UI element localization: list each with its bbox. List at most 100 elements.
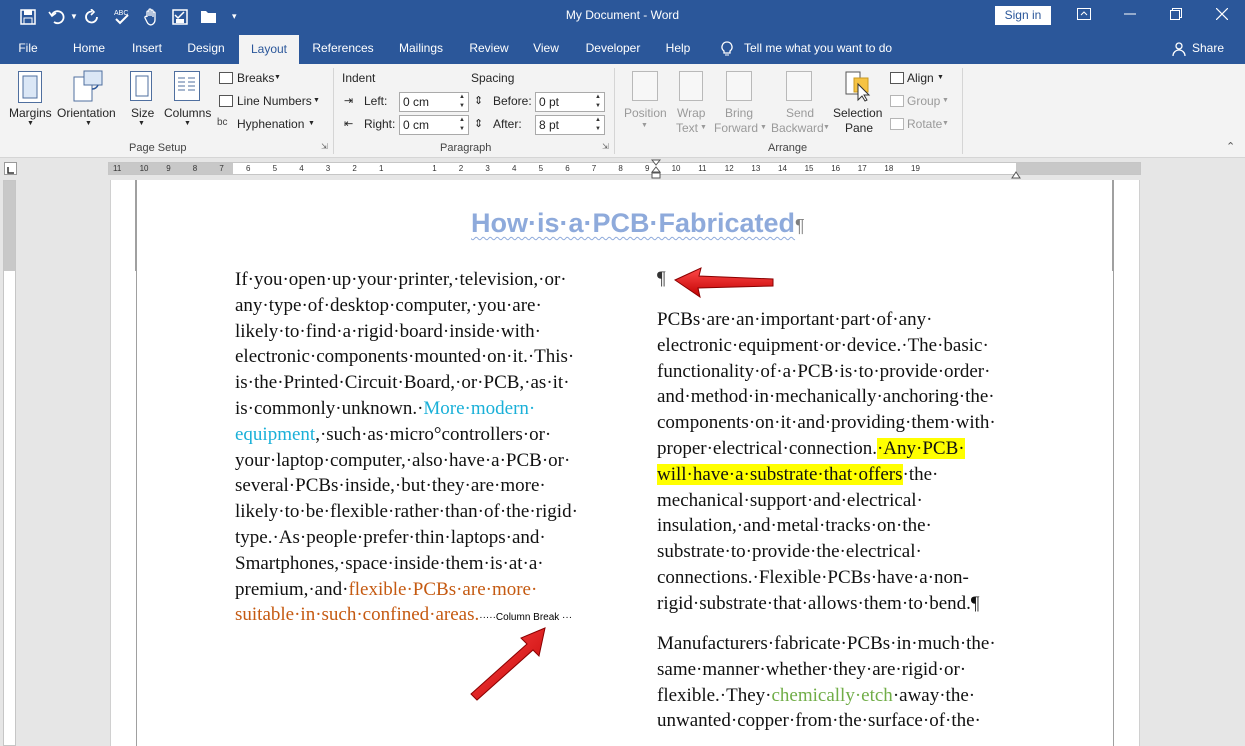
- sign-in-button[interactable]: Sign in: [995, 6, 1051, 25]
- title-bar: ▼ ABC ▾ My Document - Word Sign in: [0, 0, 1245, 33]
- ruler-tick-label: 7: [219, 164, 224, 173]
- breaks-dropdown-icon[interactable]: ▼: [274, 74, 281, 81]
- paragraph-line: substrate·to·provide·the·electrical·: [657, 541, 922, 563]
- paragraph-launcher-icon[interactable]: ⇲: [602, 142, 609, 151]
- collapse-ribbon-icon[interactable]: ⌃: [1226, 140, 1235, 153]
- ruler-tick-label: 3: [325, 164, 331, 173]
- tab-selector-icon[interactable]: [4, 162, 17, 175]
- ruler-tick-label: 6: [246, 164, 251, 173]
- document-page[interactable]: How·is·a·PCB·Fabricated¶ If·you·open·up·…: [110, 180, 1140, 746]
- paragraph-line: components·on·it·and·providing·them·with…: [657, 412, 996, 434]
- document-title-text: How·is·a·PCB·Fabricated: [471, 208, 796, 238]
- tell-me-search[interactable]: Tell me what you want to do: [744, 33, 904, 64]
- hyphenation-dropdown-icon[interactable]: ▼: [308, 120, 315, 127]
- selection-pane-icon[interactable]: [844, 70, 872, 107]
- spacing-before-value: 0 pt: [539, 95, 560, 109]
- size-dropdown-icon[interactable]: ▼: [138, 120, 145, 127]
- orientation-button[interactable]: Orientation: [57, 106, 116, 120]
- share-person-icon[interactable]: [1170, 33, 1188, 64]
- lightbulb-icon: [718, 33, 736, 64]
- restore-icon[interactable]: [1153, 0, 1199, 33]
- wrap-text-label-1: Wrap: [677, 106, 706, 120]
- size-button[interactable]: Size: [131, 106, 154, 120]
- orientation-dropdown-icon[interactable]: ▼: [85, 120, 92, 127]
- breaks-button[interactable]: Breaks: [237, 71, 274, 85]
- paragraph-line: functionality·of·a·PCB·is·to·provide·ord…: [657, 360, 991, 382]
- group-dropdown-icon: ▼: [942, 97, 949, 104]
- tab-mailings[interactable]: Mailings: [390, 33, 452, 64]
- tab-review[interactable]: Review: [462, 33, 516, 64]
- tab-home[interactable]: Home: [64, 33, 114, 64]
- spacing-after-spinner-icon[interactable]: ▲ ▼: [595, 116, 601, 134]
- columns-dropdown-icon[interactable]: ▼: [184, 120, 191, 127]
- paragraph-line: type.·As·people·prefer·thin·laptops·and·: [235, 526, 546, 548]
- indent-left-input[interactable]: 0 cm ▲ ▼: [399, 92, 469, 112]
- align-dropdown-icon[interactable]: ▼: [937, 74, 944, 81]
- share-button[interactable]: Share: [1190, 33, 1226, 64]
- columns-button[interactable]: Columns: [164, 106, 211, 120]
- size-icon[interactable]: [130, 71, 152, 101]
- minimize-icon[interactable]: [1107, 0, 1153, 33]
- send-backward-label-1: Send: [786, 106, 815, 120]
- tab-file[interactable]: File: [10, 33, 46, 64]
- vertical-ruler[interactable]: [0, 180, 22, 746]
- indent-right-icon: ⇤: [344, 118, 354, 130]
- ruler-bar[interactable]: 11 10 9 8 7 6 5 4 3 2 1 1 2 3 4 5 6 7 8 9 10 11 12 13 14 15 16 17 18…: [108, 162, 1141, 175]
- tab-layout[interactable]: Layout: [239, 35, 299, 64]
- selection-pane-label-1[interactable]: Selection: [833, 106, 882, 120]
- indent-right-input[interactable]: 0 cm ▲ ▼: [399, 115, 469, 135]
- margins-icon[interactable]: [18, 71, 42, 103]
- ruler-right-margin: [1016, 163, 1140, 174]
- hyphenation-icon: bc: [217, 117, 228, 128]
- hyphenation-button[interactable]: Hyphenation: [237, 117, 304, 131]
- left-column[interactable]: If·you·open·up·your·printer,·television,…: [235, 267, 578, 628]
- pilcrow-cursor-line[interactable]: ¶: [657, 266, 666, 292]
- selection-pane-label-2[interactable]: Pane: [845, 121, 873, 135]
- ruler-tick-label: 13: [751, 164, 761, 173]
- margins-dropdown-icon[interactable]: ▼: [27, 120, 34, 127]
- ruler-tick-label: 14: [778, 164, 787, 173]
- paragraph-line: likely·to·be·flexible·rather·than·of·the…: [235, 501, 578, 523]
- position-icon: [632, 71, 658, 101]
- tab-design[interactable]: Design: [180, 33, 232, 64]
- horizontal-ruler[interactable]: 11 10 9 8 7 6 5 4 3 2 1 1 2 3 4 5 6 7 8 9 10 11 12 13 14 15 16 17 18…: [0, 158, 1245, 180]
- margins-button[interactable]: Margins: [9, 106, 52, 120]
- spacing-label: Spacing: [471, 71, 515, 85]
- pilcrow-mark: ¶: [795, 216, 805, 236]
- page-setup-launcher-icon[interactable]: ⇲: [321, 142, 328, 151]
- line-numbers-dropdown-icon[interactable]: ▼: [313, 97, 320, 104]
- document-title[interactable]: How·is·a·PCB·Fabricated¶: [471, 208, 805, 239]
- line-numbers-icon: [219, 95, 233, 107]
- tab-view[interactable]: View: [526, 33, 566, 64]
- spacing-before-spinner-icon[interactable]: ▲ ▼: [595, 93, 601, 111]
- close-icon[interactable]: [1199, 0, 1245, 33]
- ruler-tick-label: 3: [485, 164, 490, 173]
- indent-right-spinner-icon[interactable]: ▲ ▼: [459, 116, 465, 134]
- right-column-paragraph-2[interactable]: Manufacturers·fabricate·PCBs·in·much·the…: [657, 631, 996, 734]
- tab-help[interactable]: Help: [658, 33, 698, 64]
- paragraph-line: is·commonly·unknown.·More·modern·: [235, 396, 578, 422]
- indent-left-spinner-icon[interactable]: ▲ ▼: [459, 93, 465, 111]
- tab-insert[interactable]: Insert: [124, 33, 170, 64]
- paragraph-line: is·the·Printed·Circuit·Board,·or·PCB,·as…: [235, 372, 570, 394]
- ruler-tick-label: 2: [458, 164, 464, 173]
- line-numbers-button[interactable]: Line Numbers: [237, 94, 312, 108]
- text-run: ,·such·as·micro°controllers·or·: [315, 423, 552, 445]
- spacing-before-input[interactable]: 0 pt ▲ ▼: [535, 92, 605, 112]
- right-column[interactable]: PCBs·are·an·important·part·of·any· elect…: [657, 307, 996, 617]
- orientation-icon[interactable]: [72, 69, 104, 108]
- send-backward-dropdown-icon: ▼: [823, 124, 830, 131]
- paragraph-line: Manufacturers·fabricate·PCBs·in·much·the…: [657, 633, 996, 654]
- tab-developer[interactable]: Developer: [578, 33, 648, 64]
- ruler-tick-label: 1: [379, 164, 384, 173]
- wrap-text-icon: [679, 71, 703, 101]
- position-dropdown-icon: ▼: [641, 122, 648, 129]
- ribbon-display-options-icon[interactable]: [1061, 0, 1107, 33]
- paragraph-line: any·type·of·desktop·computer,·you·are·: [235, 294, 542, 316]
- text-run: proper·electrical·connection.: [657, 437, 877, 459]
- align-button[interactable]: Align: [907, 71, 934, 85]
- columns-icon[interactable]: [174, 71, 200, 101]
- spacing-after-input[interactable]: 8 pt ▲ ▼: [535, 115, 605, 135]
- tab-references[interactable]: References: [306, 33, 380, 64]
- ruler-tick-label: 18: [884, 164, 894, 173]
